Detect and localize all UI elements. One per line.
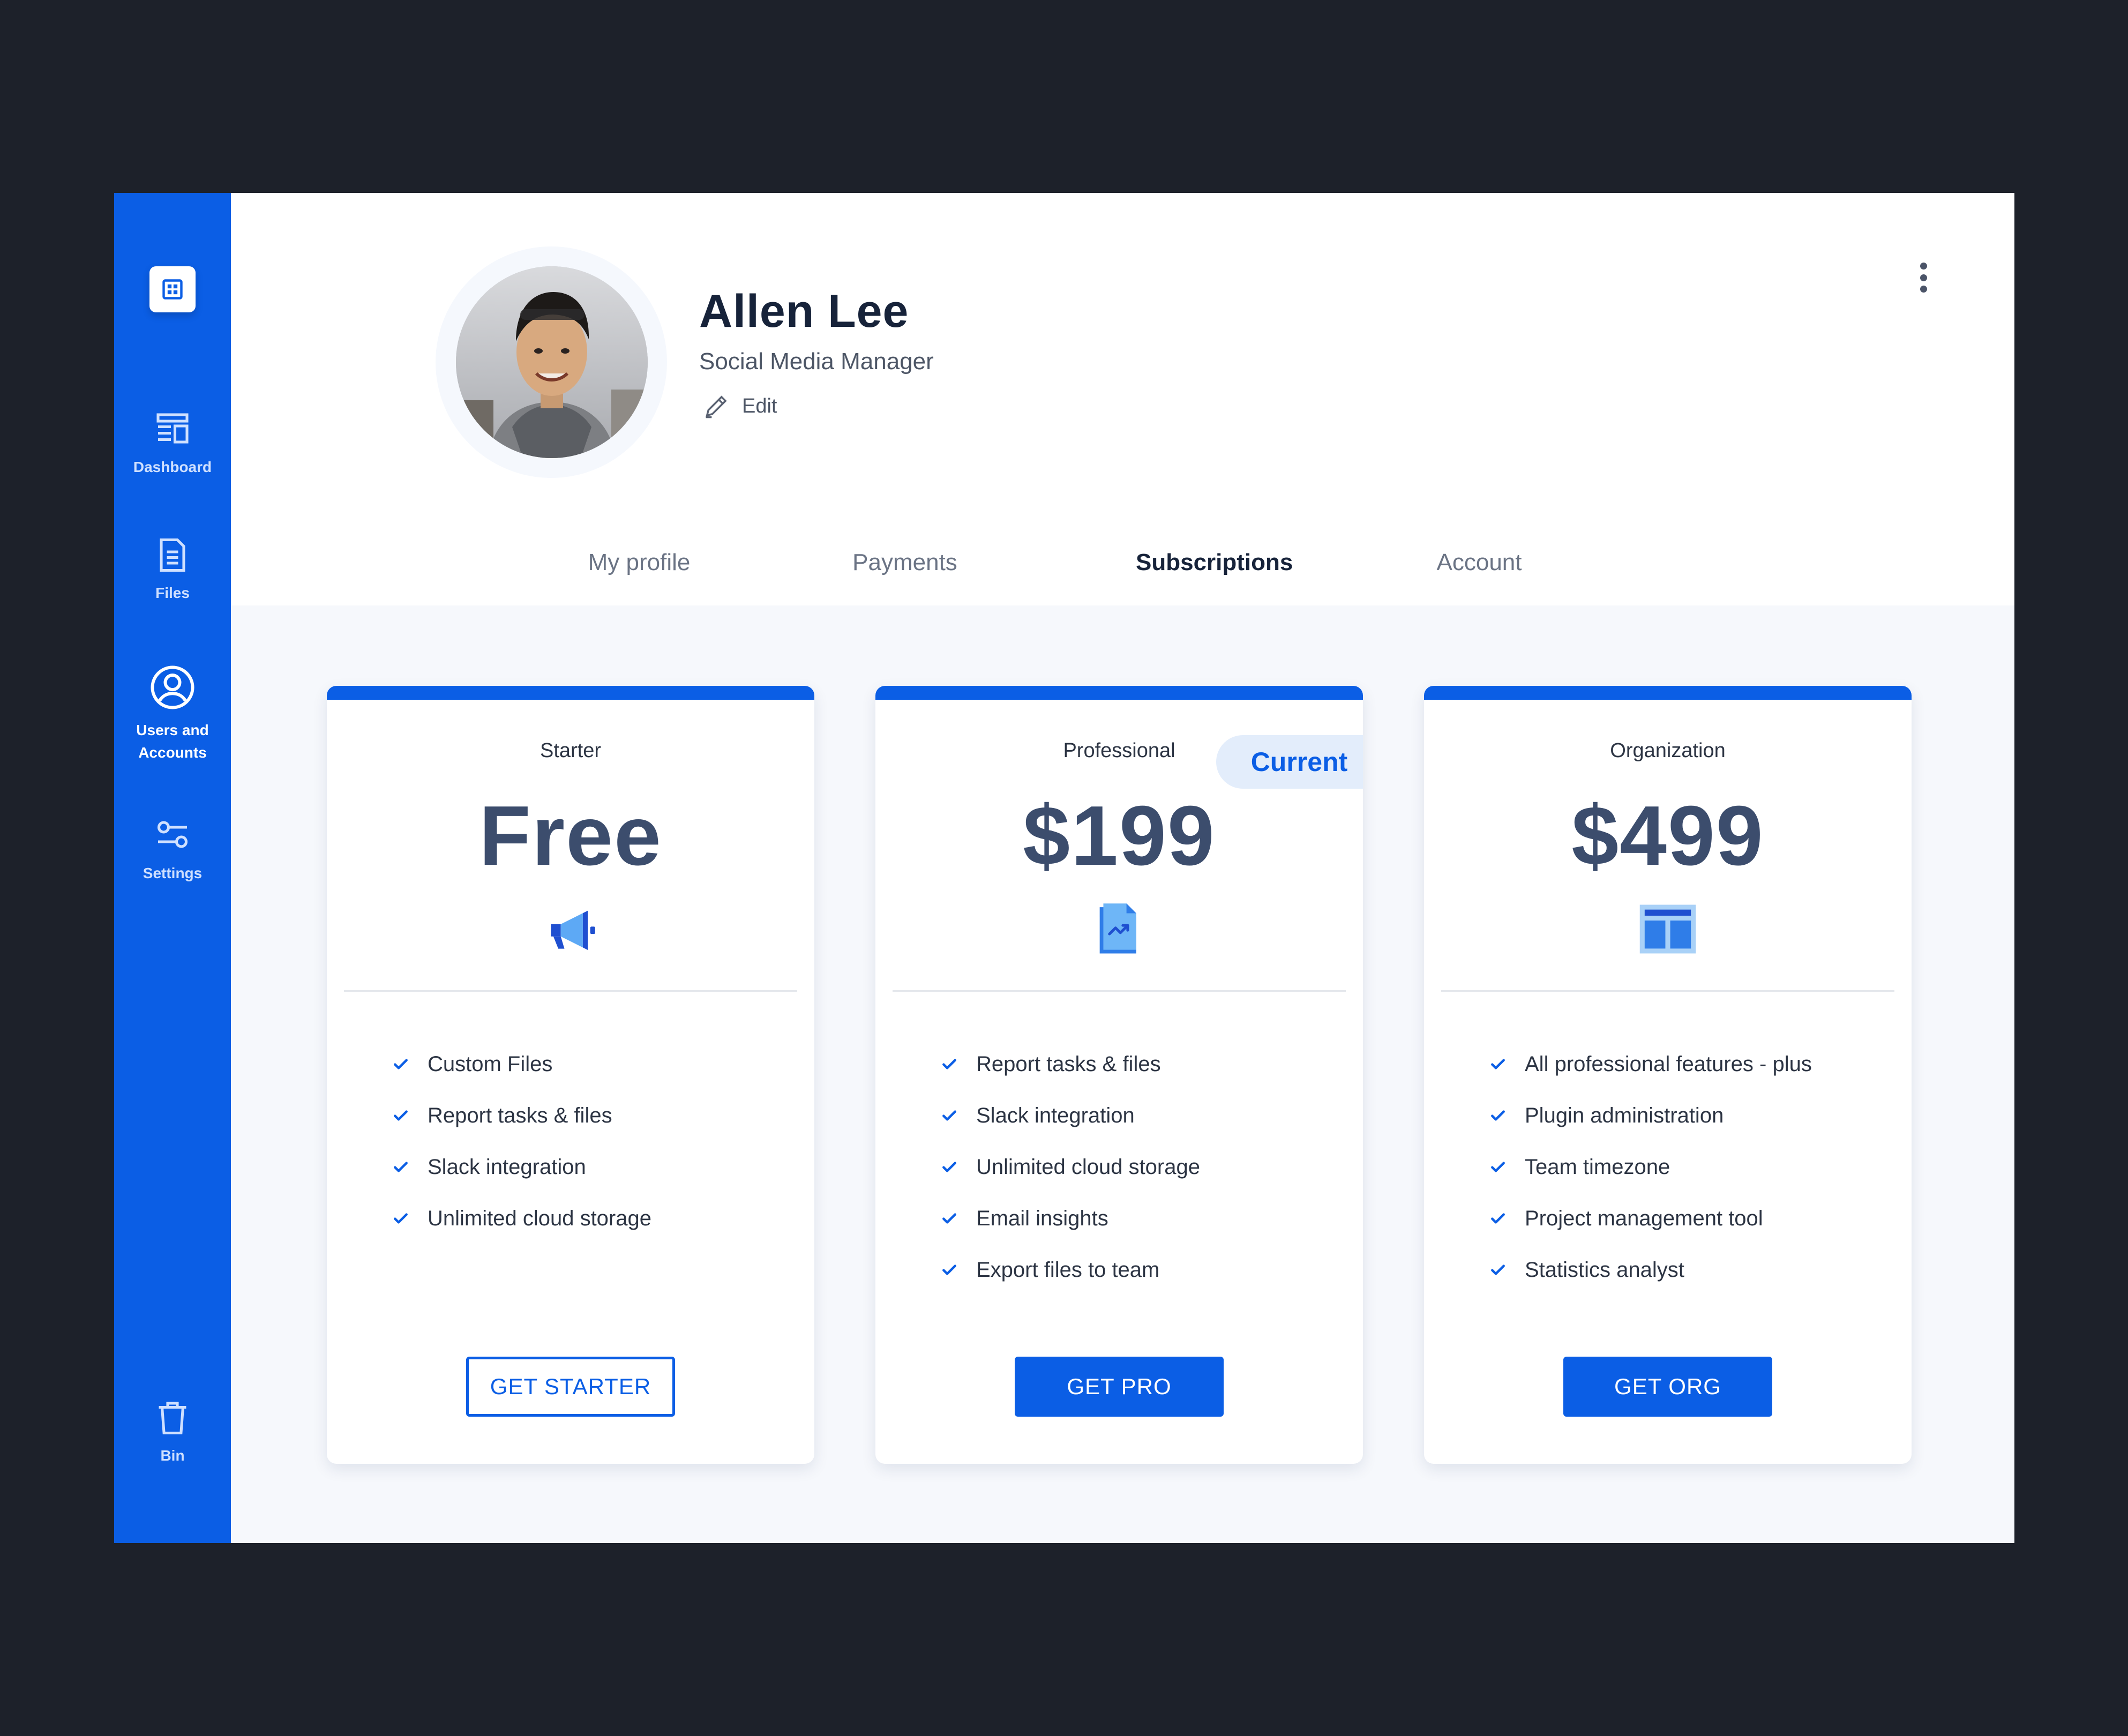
- check-icon: [939, 1105, 960, 1126]
- app-window: Dashboard Files Users and Accounts Setti…: [114, 193, 2014, 1543]
- card-accent-bar: [327, 686, 814, 700]
- plan-name: Starter: [540, 739, 602, 762]
- feature-item: Report tasks & files: [939, 1038, 1200, 1090]
- check-icon: [939, 1053, 960, 1075]
- check-icon: [939, 1259, 960, 1281]
- feature-list: All professional features - plus Plugin …: [1487, 1038, 1812, 1296]
- tab-my-profile[interactable]: My profile: [582, 536, 696, 605]
- plan-card-starter: Starter Free Custom Files Report tasks &…: [327, 686, 814, 1464]
- sidebar-item-label: Dashboard: [133, 459, 212, 475]
- report-chart-icon: [1087, 897, 1151, 961]
- feature-item: Plugin administration: [1487, 1090, 1812, 1141]
- sidebar-item-label: Bin: [160, 1447, 185, 1464]
- plan-price: $499: [1571, 789, 1764, 883]
- get-starter-button[interactable]: GET STARTER: [466, 1357, 675, 1417]
- profile-header: Allen Lee Social Media Manager Edit My p…: [231, 193, 2014, 610]
- trash-icon: [159, 1402, 186, 1435]
- check-icon: [1487, 1156, 1509, 1178]
- sidebar-item-bin[interactable]: Bin: [114, 1398, 231, 1467]
- sliders-icon: [157, 821, 188, 848]
- screen: Dashboard Files Users and Accounts Setti…: [0, 0, 2128, 1736]
- subscriptions-panel: Starter Free Custom Files Report tasks &…: [231, 605, 2014, 1543]
- feature-item: Unlimited cloud storage: [390, 1193, 651, 1244]
- plan-card-professional: Professional Current $199 Report tasks &…: [875, 686, 1363, 1464]
- card-divider: [344, 990, 797, 992]
- check-icon: [939, 1156, 960, 1178]
- profile-role: Social Media Manager: [699, 348, 934, 375]
- user-circle-icon: [151, 665, 194, 709]
- feature-text: Team timezone: [1525, 1155, 1670, 1179]
- get-org-button[interactable]: GET ORG: [1563, 1357, 1772, 1417]
- more-options-icon[interactable]: [1913, 256, 1934, 299]
- current-plan-badge: Current: [1216, 735, 1363, 789]
- feature-text: Project management tool: [1525, 1206, 1763, 1230]
- check-icon: [1487, 1105, 1509, 1126]
- sidebar-item-users-and-accounts[interactable]: Users and Accounts: [114, 663, 231, 764]
- avatar: [456, 266, 648, 458]
- feature-item: Statistics analyst: [1487, 1244, 1812, 1296]
- check-icon: [390, 1105, 411, 1126]
- feature-item: Project management tool: [1487, 1193, 1812, 1244]
- card-divider: [1441, 990, 1894, 992]
- profile-name: Allen Lee: [699, 286, 909, 337]
- sidebar-item-dashboard[interactable]: Dashboard: [114, 410, 231, 478]
- check-icon: [1487, 1208, 1509, 1229]
- plan-name: Organization: [1610, 739, 1726, 762]
- plan-price: $199: [1023, 789, 1216, 883]
- sidebar-item-files[interactable]: Files: [114, 536, 231, 604]
- feature-list: Custom Files Report tasks & files Slack …: [390, 1038, 651, 1244]
- feature-item: Report tasks & files: [390, 1090, 651, 1141]
- feature-item: Custom Files: [390, 1038, 651, 1090]
- check-icon: [390, 1053, 411, 1075]
- feature-item: Unlimited cloud storage: [939, 1141, 1200, 1193]
- tab-subscriptions[interactable]: Subscriptions: [1128, 536, 1300, 610]
- tab-account[interactable]: Account: [1432, 536, 1526, 605]
- sidebar: Dashboard Files Users and Accounts Setti…: [114, 193, 231, 1543]
- dashboard-icon: [156, 413, 189, 444]
- feature-text: Unlimited cloud storage: [428, 1206, 651, 1230]
- pencil-icon: [706, 395, 727, 418]
- check-icon: [939, 1208, 960, 1229]
- edit-label: Edit: [742, 394, 777, 417]
- feature-text: Plugin administration: [1525, 1103, 1724, 1127]
- feature-text: Custom Files: [428, 1052, 553, 1076]
- feature-text: Report tasks & files: [976, 1052, 1161, 1076]
- card-accent-bar: [1424, 686, 1912, 700]
- feature-text: Unlimited cloud storage: [976, 1155, 1200, 1179]
- feature-item: Team timezone: [1487, 1141, 1812, 1193]
- check-icon: [1487, 1053, 1509, 1075]
- feature-text: Slack integration: [976, 1103, 1135, 1127]
- feature-text: Statistics analyst: [1525, 1258, 1684, 1282]
- sidebar-item-label: Users and Accounts: [136, 722, 209, 761]
- check-icon: [390, 1208, 411, 1229]
- card-accent-bar: [875, 686, 1363, 700]
- sidebar-item-label: Files: [155, 585, 190, 601]
- megaphone-icon: [538, 897, 603, 961]
- feature-text: Report tasks & files: [428, 1103, 612, 1127]
- card-divider: [893, 990, 1346, 992]
- check-icon: [1487, 1259, 1509, 1281]
- edit-profile-button[interactable]: Edit: [702, 391, 777, 421]
- check-icon: [390, 1156, 411, 1178]
- feature-item: All professional features - plus: [1487, 1038, 1812, 1090]
- feature-text: Export files to team: [976, 1258, 1160, 1282]
- grid-logo-icon: [162, 279, 183, 300]
- get-pro-button[interactable]: GET PRO: [1015, 1357, 1224, 1417]
- app-logo[interactable]: [149, 266, 196, 312]
- file-icon: [160, 538, 185, 572]
- sidebar-item-settings[interactable]: Settings: [114, 816, 231, 885]
- feature-item: Slack integration: [939, 1090, 1200, 1141]
- feature-text: All professional features - plus: [1525, 1052, 1812, 1076]
- feature-text: Email insights: [976, 1206, 1108, 1230]
- feature-text: Slack integration: [428, 1155, 586, 1179]
- feature-item: Email insights: [939, 1193, 1200, 1244]
- sidebar-item-label: Settings: [143, 865, 203, 881]
- feature-item: Export files to team: [939, 1244, 1200, 1296]
- tab-payments[interactable]: Payments: [849, 536, 961, 605]
- feature-item: Slack integration: [390, 1141, 651, 1193]
- plan-card-organization: Organization $499 All professional featu…: [1424, 686, 1912, 1464]
- plan-price: Free: [479, 789, 662, 883]
- layout-icon: [1636, 897, 1700, 961]
- feature-list: Report tasks & files Slack integration U…: [939, 1038, 1200, 1296]
